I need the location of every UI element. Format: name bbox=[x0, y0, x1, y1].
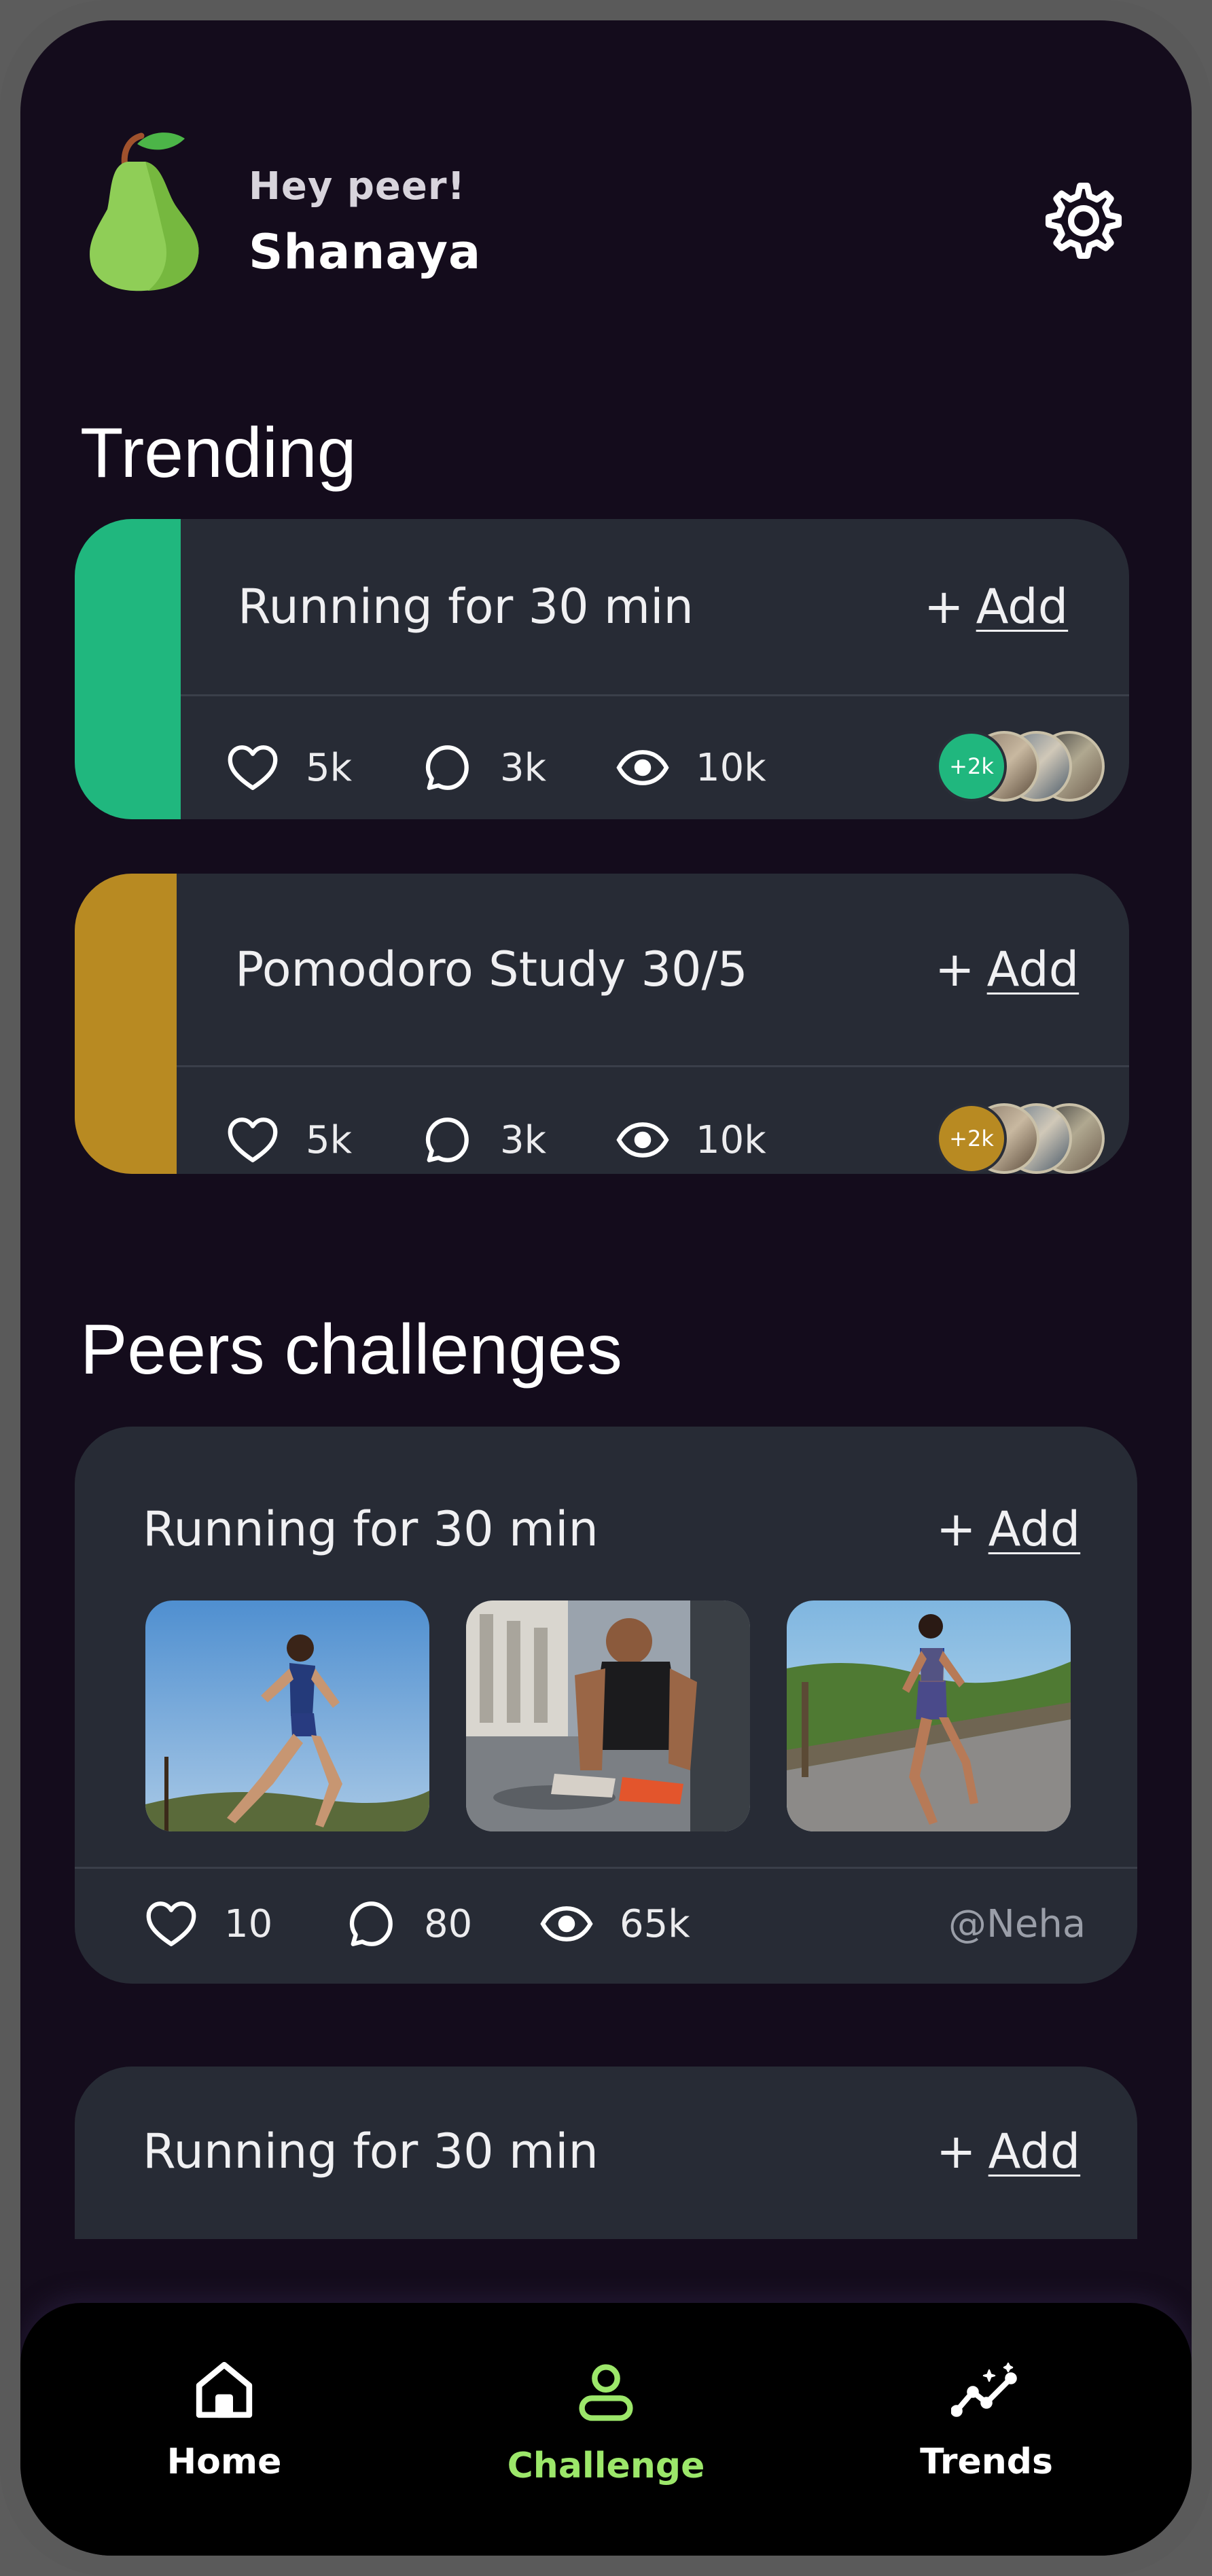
person-icon bbox=[579, 2364, 633, 2421]
heart-icon bbox=[228, 745, 278, 790]
add-plus: + bbox=[924, 579, 964, 634]
like-stat[interactable]: 10 bbox=[143, 1895, 272, 1952]
challenge-title: Running for 30 min bbox=[143, 2124, 599, 2179]
participant-avatars[interactable]: +2k bbox=[936, 1103, 1105, 1174]
username-text: Shanaya bbox=[249, 224, 482, 280]
card-divider bbox=[181, 694, 1129, 696]
card-divider bbox=[177, 1065, 1129, 1067]
comment-icon bbox=[349, 1901, 393, 1946]
view-count: 10k bbox=[696, 1117, 766, 1162]
card-stats: 5k 3k 10k bbox=[75, 1111, 890, 1168]
eye-icon bbox=[616, 750, 669, 785]
comment-count: 80 bbox=[424, 1901, 473, 1946]
comment-icon bbox=[425, 745, 469, 790]
like-stat[interactable]: 5k bbox=[224, 1111, 352, 1168]
heart-icon bbox=[228, 1117, 278, 1162]
view-count: 65k bbox=[620, 1901, 690, 1946]
comment-count: 3k bbox=[500, 745, 547, 790]
runner-sky-photo[interactable] bbox=[145, 1600, 429, 1831]
nav-challenge[interactable]: Challenge bbox=[484, 2303, 728, 2507]
participants-badge: +2k bbox=[936, 731, 1007, 802]
view-stat: 10k bbox=[614, 739, 766, 796]
pear-logo-icon bbox=[90, 132, 199, 291]
add-plus: + bbox=[936, 2124, 976, 2179]
eye-icon bbox=[540, 1906, 593, 1942]
nav-challenge-label: Challenge bbox=[507, 2446, 705, 2486]
bottom-nav: Home Challenge Trends bbox=[20, 2303, 1192, 2556]
nav-home[interactable]: Home bbox=[102, 2303, 346, 2507]
add-button[interactable]: + Add bbox=[936, 1501, 1080, 1557]
comment-icon bbox=[425, 1117, 469, 1162]
eye-icon bbox=[616, 1122, 669, 1158]
nav-home-label: Home bbox=[166, 2441, 282, 2482]
add-button[interactable]: + Add bbox=[935, 942, 1079, 997]
man-tying-shoe-photo[interactable] bbox=[466, 1600, 750, 1831]
participants-badge: +2k bbox=[936, 1103, 1007, 1174]
card-divider bbox=[75, 1867, 1137, 1869]
nav-trends[interactable]: Trends bbox=[864, 2303, 1109, 2507]
add-label: Add bbox=[988, 1501, 1081, 1557]
woman-running-path-photo[interactable] bbox=[787, 1600, 1071, 1831]
like-count: 10 bbox=[224, 1901, 273, 1946]
comment-stat[interactable]: 80 bbox=[342, 1895, 472, 1952]
add-button[interactable]: + Add bbox=[936, 2124, 1080, 2179]
trending-card[interactable]: Running for 30 min + Add 5k 3k 10k +2k bbox=[75, 519, 1129, 819]
phone-frame: Hey peer! Shanaya Trending Running for 3… bbox=[0, 0, 1212, 2576]
challenge-title: Running for 30 min bbox=[238, 579, 694, 634]
add-label: Add bbox=[976, 579, 1069, 634]
heart-icon bbox=[146, 1901, 196, 1946]
trending-title: Trending bbox=[80, 414, 357, 493]
comment-stat[interactable]: 3k bbox=[418, 1111, 546, 1168]
gear-icon[interactable] bbox=[1039, 177, 1128, 265]
card-stats: 5k 3k 10k bbox=[75, 739, 890, 796]
card-stats: 10 80 65k bbox=[75, 1895, 890, 1952]
add-button[interactable]: + Add bbox=[924, 579, 1068, 634]
challenge-title: Running for 30 min bbox=[143, 1501, 599, 1557]
add-label: Add bbox=[986, 942, 1080, 997]
peer-challenge-card[interactable]: Running for 30 min + Add bbox=[75, 1427, 1137, 1984]
view-stat: 10k bbox=[614, 1111, 766, 1168]
add-plus: + bbox=[935, 942, 975, 997]
app-screen: Hey peer! Shanaya Trending Running for 3… bbox=[20, 20, 1192, 2556]
add-label: Add bbox=[988, 2124, 1081, 2179]
nav-trends-label: Trends bbox=[920, 2441, 1053, 2482]
add-plus: + bbox=[936, 1501, 976, 1557]
peer-handle[interactable]: @Neha bbox=[948, 1902, 1086, 1946]
view-stat: 65k bbox=[538, 1895, 690, 1952]
trending-card[interactable]: Pomodoro Study 30/5 + Add 5k 3k 10k +2k bbox=[75, 874, 1129, 1174]
participant-avatars[interactable]: +2k bbox=[936, 731, 1105, 802]
trends-icon bbox=[951, 2362, 1017, 2417]
greeting-text: Hey peer! bbox=[249, 164, 466, 209]
like-count: 5k bbox=[306, 1117, 353, 1162]
photo-row bbox=[145, 1600, 1071, 1831]
challenge-title: Pomodoro Study 30/5 bbox=[235, 942, 748, 997]
like-count: 5k bbox=[306, 745, 353, 790]
like-stat[interactable]: 5k bbox=[224, 739, 352, 796]
peers-title: Peers challenges bbox=[80, 1310, 622, 1389]
comment-stat[interactable]: 3k bbox=[418, 739, 546, 796]
peer-challenge-card[interactable]: Running for 30 min + Add bbox=[75, 2067, 1137, 2239]
home-icon bbox=[196, 2361, 253, 2418]
view-count: 10k bbox=[696, 745, 766, 790]
comment-count: 3k bbox=[500, 1117, 547, 1162]
